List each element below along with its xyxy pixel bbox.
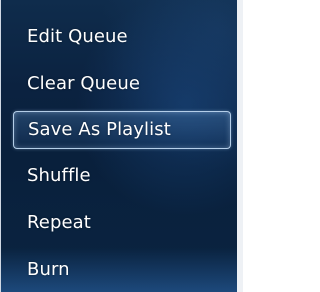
menu-item-shuffle[interactable]: Shuffle [13,157,231,195]
menu-item-repeat[interactable]: Repeat [13,204,231,242]
menu-item-burn[interactable]: Burn [13,251,231,289]
menu-item-save-as-playlist[interactable]: Save As Playlist [13,111,231,149]
context-menu: Edit Queue Clear Queue Save As Playlist … [0,0,243,292]
menu-item-edit-queue[interactable]: Edit Queue [13,18,231,56]
menu-item-clear-queue[interactable]: Clear Queue [13,65,231,103]
